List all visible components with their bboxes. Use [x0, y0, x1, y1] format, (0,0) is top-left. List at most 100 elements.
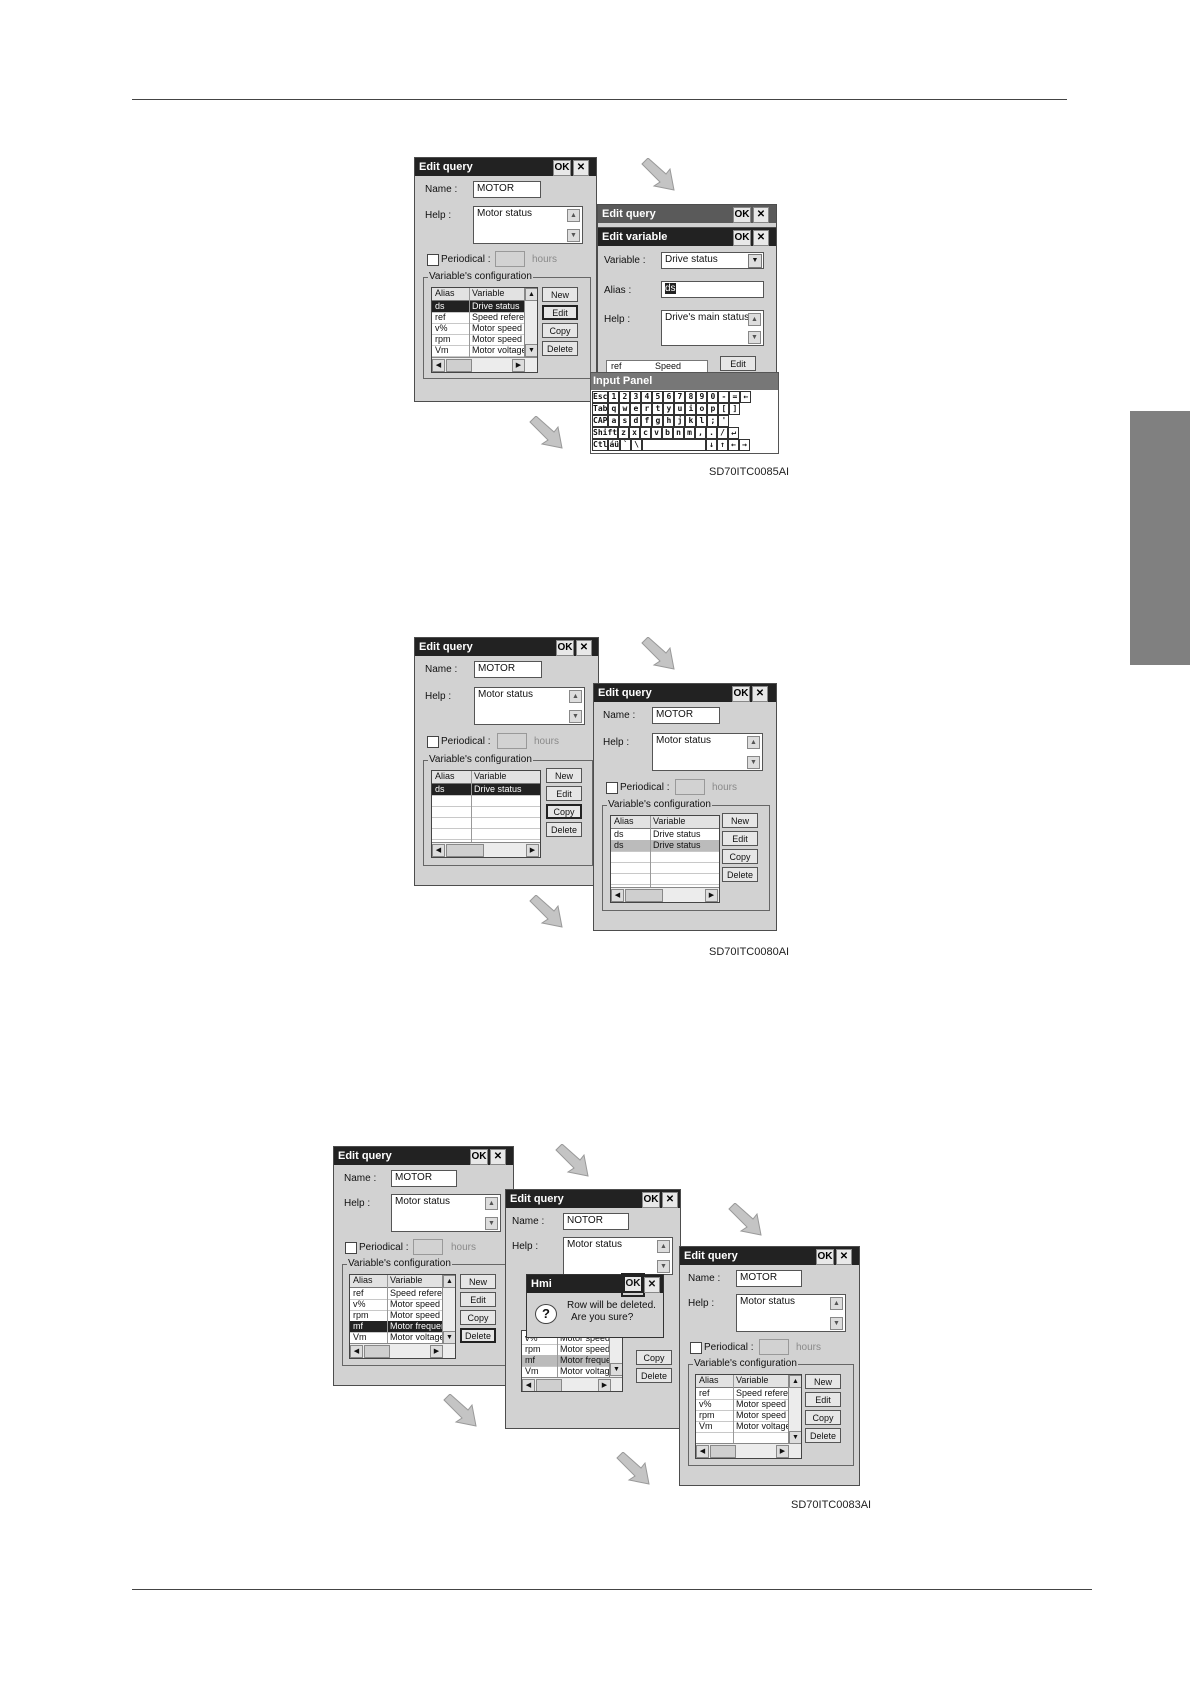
- close-icon[interactable]: ✕: [662, 1192, 678, 1208]
- help-input[interactable]: Motor status ▲ ▼: [652, 733, 763, 771]
- scroll-down-icon[interactable]: ▼: [747, 756, 760, 769]
- keyboard-key[interactable]: 0: [707, 391, 719, 403]
- hours-input[interactable]: [759, 1339, 789, 1355]
- edit-button[interactable]: Edit: [805, 1392, 841, 1407]
- scroll-down-icon[interactable]: ▼: [567, 229, 580, 242]
- variable-dropdown[interactable]: Drive status ▼: [661, 252, 764, 269]
- edit-button[interactable]: Edit: [542, 305, 578, 320]
- keyboard-key[interactable]: w: [619, 403, 631, 415]
- copy-button[interactable]: Copy: [546, 804, 582, 819]
- alias-input[interactable]: ds: [661, 281, 764, 298]
- delete-button[interactable]: Delete: [805, 1428, 841, 1443]
- periodical-checkbox[interactable]: [690, 1342, 702, 1354]
- keyboard-key[interactable]: [642, 439, 707, 451]
- periodical-checkbox[interactable]: [606, 782, 618, 794]
- table-row[interactable]: Vm Motor voltage: [432, 345, 537, 357]
- close-icon[interactable]: ✕: [644, 1277, 660, 1293]
- new-button[interactable]: New: [805, 1374, 841, 1389]
- keyboard-key[interactable]: 7: [674, 391, 686, 403]
- keyboard-key[interactable]: Esc: [592, 391, 609, 403]
- keyboard-key[interactable]: v: [651, 427, 663, 439]
- ok-button[interactable]: OK: [621, 1273, 645, 1297]
- name-input[interactable]: MOTOR: [473, 181, 541, 198]
- scroll-up-icon[interactable]: ▲: [657, 1240, 670, 1253]
- help-input[interactable]: Motor status ▲ ▼: [563, 1237, 673, 1275]
- table-row[interactable]: [611, 873, 719, 885]
- new-button[interactable]: New: [542, 287, 578, 302]
- copy-button[interactable]: Copy: [542, 323, 578, 338]
- name-input[interactable]: MOTOR: [474, 661, 542, 678]
- keyboard-key[interactable]: o: [696, 403, 708, 415]
- scroll-up-icon[interactable]: ▲: [747, 736, 760, 749]
- keyboard-key[interactable]: z: [618, 427, 630, 439]
- keyboard-key[interactable]: g: [652, 415, 664, 427]
- keyboard-key[interactable]: áü: [608, 439, 621, 451]
- delete-button[interactable]: Delete: [636, 1368, 672, 1383]
- keyboard-key[interactable]: f: [641, 415, 653, 427]
- name-input[interactable]: MOTOR: [736, 1270, 802, 1287]
- keyboard-key[interactable]: 8: [685, 391, 697, 403]
- keyboard-key[interactable]: Shift: [592, 427, 619, 439]
- keyboard-key[interactable]: x: [629, 427, 641, 439]
- keyboard-key[interactable]: a: [608, 415, 620, 427]
- scroll-down-icon[interactable]: ▼: [830, 1317, 843, 1330]
- help-input[interactable]: Motor status ▲ ▼: [736, 1294, 846, 1332]
- help-input[interactable]: Motor status ▲ ▼: [474, 687, 585, 725]
- hours-input[interactable]: [495, 251, 525, 267]
- horizontal-scrollbar[interactable]: ◀ ▶: [696, 1443, 801, 1458]
- keyboard-key[interactable]: r: [641, 403, 653, 415]
- periodical-checkbox[interactable]: [427, 736, 439, 748]
- keyboard-key[interactable]: ↓: [706, 439, 718, 451]
- keyboard-key[interactable]: ;: [707, 415, 719, 427]
- close-icon[interactable]: ✕: [490, 1149, 506, 1165]
- horizontal-scrollbar[interactable]: ◀ ▶: [432, 357, 537, 372]
- keyboard-key[interactable]: m: [684, 427, 696, 439]
- keyboard-key[interactable]: -: [718, 391, 730, 403]
- delete-button[interactable]: Delete: [460, 1328, 496, 1343]
- ok-button[interactable]: OK: [470, 1149, 488, 1165]
- keyboard-key[interactable]: ↵: [728, 427, 740, 439]
- keyboard-key[interactable]: q: [608, 403, 620, 415]
- keyboard-key[interactable]: ': [718, 415, 730, 427]
- name-input[interactable]: MOTOR: [652, 707, 720, 724]
- new-button[interactable]: New: [460, 1274, 496, 1289]
- scroll-down-icon[interactable]: ▼: [569, 710, 582, 723]
- keyboard-key[interactable]: d: [630, 415, 642, 427]
- horizontal-scrollbar[interactable]: ◀ ▶: [350, 1343, 455, 1358]
- ok-button[interactable]: OK: [732, 686, 750, 702]
- keyboard-key[interactable]: i: [685, 403, 697, 415]
- name-input[interactable]: MOTOR: [391, 1170, 457, 1187]
- horizontal-scrollbar[interactable]: ◀ ▶: [432, 842, 540, 857]
- keyboard-key[interactable]: \: [631, 439, 643, 451]
- help-input[interactable]: Drive's main status ▲ ▼: [661, 310, 764, 346]
- keyboard-key[interactable]: j: [674, 415, 686, 427]
- keyboard-key[interactable]: u: [674, 403, 686, 415]
- scroll-up-icon[interactable]: ▲: [485, 1197, 498, 1210]
- horizontal-scrollbar[interactable]: ◀ ▶: [611, 887, 719, 902]
- vertical-scrollbar[interactable]: ▲ ▼: [524, 288, 537, 357]
- periodical-checkbox[interactable]: [427, 254, 439, 266]
- keyboard-key[interactable]: →: [739, 439, 751, 451]
- scroll-up-icon[interactable]: ▲: [567, 209, 580, 222]
- help-input[interactable]: Motor status ▲ ▼: [473, 206, 583, 244]
- keyboard-key[interactable]: ←: [728, 439, 740, 451]
- keyboard-key[interactable]: [: [718, 403, 730, 415]
- keyboard-key[interactable]: n: [673, 427, 685, 439]
- copy-button[interactable]: Copy: [636, 1350, 672, 1365]
- keyboard-key[interactable]: 6: [663, 391, 675, 403]
- close-icon[interactable]: ✕: [753, 207, 769, 223]
- close-icon[interactable]: ✕: [576, 640, 592, 656]
- keyboard-key[interactable]: b: [662, 427, 674, 439]
- hours-input[interactable]: [413, 1239, 443, 1255]
- delete-button[interactable]: Delete: [546, 822, 582, 837]
- keyboard-key[interactable]: h: [663, 415, 675, 427]
- keyboard-key[interactable]: y: [663, 403, 675, 415]
- close-icon[interactable]: ✕: [836, 1249, 852, 1265]
- hours-input[interactable]: [675, 779, 705, 795]
- edit-button[interactable]: Edit: [546, 786, 582, 801]
- scroll-down-icon[interactable]: ▼: [657, 1260, 670, 1273]
- keyboard-key[interactable]: ]: [729, 403, 741, 415]
- hours-input[interactable]: [497, 733, 527, 749]
- keyboard-key[interactable]: e: [630, 403, 642, 415]
- copy-button[interactable]: Copy: [722, 849, 758, 864]
